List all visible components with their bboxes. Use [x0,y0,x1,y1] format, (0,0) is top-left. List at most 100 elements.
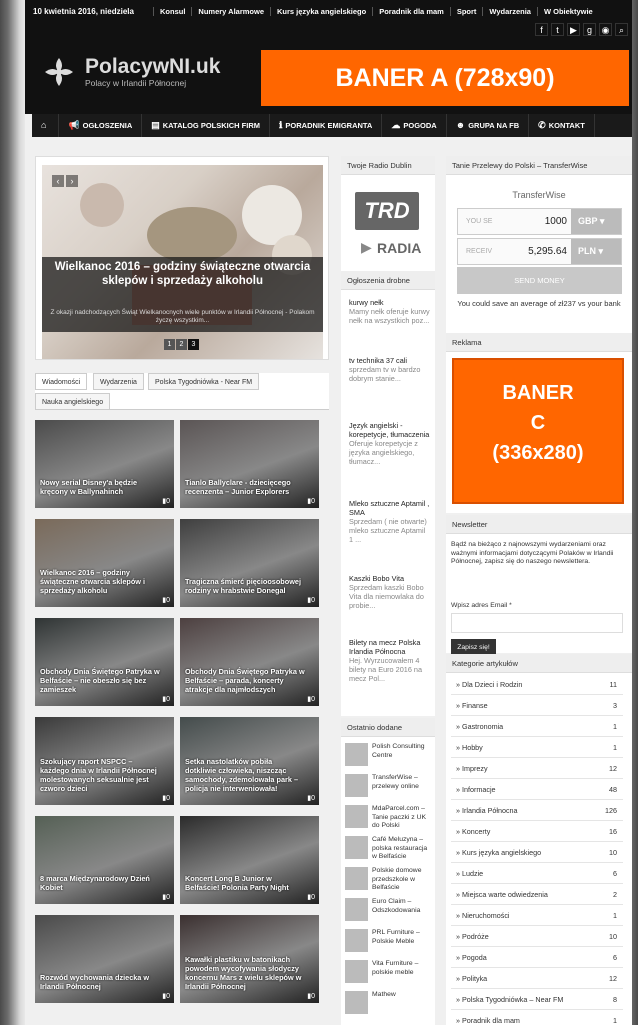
category-item[interactable]: » Finanse 3 [451,695,623,716]
banner-a[interactable]: BANER A (728x90) [261,50,629,106]
top-link-sport[interactable]: Sport [449,7,483,16]
latest-title[interactable]: Polskie domowe przedszkole w Belfaście [372,867,433,893]
article-card-title[interactable]: 8 marca Międzynarodowy Dzień Kobiet [40,874,160,892]
top-link-gallery[interactable]: W Obiektywie [536,7,599,16]
nav-ads[interactable]: 📢 OGŁOSZENIA [59,114,143,137]
category-item[interactable]: » Gastronomia 1 [451,716,623,737]
category-name[interactable]: » Nieruchomości [456,905,510,926]
category-name[interactable]: » Polska Tygodniówka – Near FM [456,989,563,1010]
category-name[interactable]: » Finanse [456,695,488,716]
category-name[interactable]: » Kurs języka angielskiego [456,842,541,863]
send-money-button[interactable]: SEND MONEY [457,267,622,294]
twitter-icon[interactable]: t [551,23,564,36]
google-plus-icon[interactable]: g [583,23,596,36]
latest-item[interactable]: Polish Consulting Centre [345,743,433,766]
article-card[interactable]: Nowy serial Disney'a będzie kręcony w Ba… [35,420,174,508]
category-name[interactable]: » Hobby [456,737,483,758]
you-send-value[interactable]: 1000 [545,216,567,227]
site-logo[interactable]: PolacywNI.uk Polacy w Irlandii Północnej [39,52,220,92]
latest-item[interactable]: Euro Claim – Odszkodowania [345,898,433,921]
category-item[interactable]: » Polityka 12 [451,968,623,989]
tab-english[interactable]: Nauka angielskiego [35,393,111,410]
classified-item[interactable]: kurwy nełk Mamy nełk oferuje kurwy nełk n… [349,298,431,325]
category-item[interactable]: » Ludzie 6 [451,863,623,884]
article-card-title[interactable]: Obchody Dnia Świętego Patryka w Belfaści… [185,667,305,694]
facebook-icon[interactable]: f [535,23,548,36]
latest-title[interactable]: Vita Furniture – polskie meble [372,960,433,983]
nav-catalog[interactable]: ▤ KATALOG POLSKICH FIRM [142,114,270,137]
classified-title[interactable]: tv technika 37 cali [349,356,431,365]
classified-item[interactable]: Kaszki Bobo Vita Sprzedam kaszki Bobo Vit… [349,574,431,610]
article-card-title[interactable]: Tianlo Ballyclare - dziecięcego recenzen… [185,478,305,496]
latest-title[interactable]: Euro Claim – Odszkodowania [372,898,433,921]
category-item[interactable]: » Dla Dzieci i Rodzin 11 [451,674,623,695]
article-card[interactable]: Szokujący raport NSPCC – każdego dnia w … [35,717,174,805]
category-item[interactable]: » Informacje 48 [451,779,623,800]
slider-page-3[interactable]: 3 [188,339,199,350]
slider-prev-icon[interactable]: ‹ [52,175,64,187]
top-link-english-course[interactable]: Kurs języka angielskiego [270,7,372,16]
latest-title[interactable]: Polish Consulting Centre [372,743,433,766]
nav-home[interactable]: ⌂ [32,114,60,137]
top-link-konsul[interactable]: Konsul [153,7,191,16]
latest-item[interactable]: MdaParcel.com – Tanie paczki z UK do Pol… [345,805,433,831]
you-send-currency[interactable]: GBP ▾ [571,209,621,234]
latest-item[interactable]: Café Meluzyna – polska restauracja w Bel… [345,836,433,862]
category-item[interactable]: » Poradnik dla mam 1 [451,1010,623,1025]
classified-title[interactable]: Mleko sztuczne Aptamil , SMA [349,499,431,517]
slide-title[interactable]: Wielkanoc 2016 – godziny świąteczne otwa… [48,260,317,288]
top-link-events[interactable]: Wydarzenia [482,7,537,16]
receive-row[interactable]: RECEIV 5,295.64 PLN ▾ [457,238,622,265]
article-card[interactable]: Tragiczna śmierć pięcioosobowej rodziny … [180,519,319,607]
tab-events[interactable]: Wydarzenia [93,373,144,390]
slider-next-icon[interactable]: › [66,175,78,187]
slider-page-2[interactable]: 2 [176,339,187,350]
category-name[interactable]: » Miejsca warte odwiedzenia [456,884,548,905]
article-card-title[interactable]: Tragiczna śmierć pięcioosobowej rodziny … [185,577,305,595]
latest-title[interactable]: TransferWise – przelewy online [372,774,433,797]
latest-item[interactable]: Polskie domowe przedszkole w Belfaście [345,867,433,893]
category-item[interactable]: » Hobby 1 [451,737,623,758]
category-item[interactable]: » Imprezy 12 [451,758,623,779]
article-card-title[interactable]: Obchody Dnia Świętego Patryka w Belfaści… [40,667,160,694]
category-name[interactable]: » Koncerty [456,821,490,842]
category-item[interactable]: » Koncerty 16 [451,821,623,842]
classified-item[interactable]: Mleko sztuczne Aptamil , SMA Sprzedam ( n… [349,499,431,544]
slider-page-1[interactable]: 1 [164,339,175,350]
latest-item[interactable]: TransferWise – przelewy online [345,774,433,797]
category-name[interactable]: » Dla Dzieci i Rodzin [456,674,522,695]
tab-near-fm[interactable]: Polska Tygodniówka - Near FM [148,373,260,390]
article-card[interactable]: 8 marca Międzynarodowy Dzień Kobiet ▮0 [35,816,174,904]
tab-news[interactable]: Wiadomości [35,373,88,390]
latest-title[interactable]: MdaParcel.com – Tanie paczki z UK do Pol… [372,805,433,831]
article-card[interactable]: Tianlo Ballyclare - dziecięcego recenzen… [180,420,319,508]
youtube-icon[interactable]: ▶ [567,23,580,36]
latest-item[interactable]: Mathew [345,991,433,1014]
article-card-title[interactable]: Kawałki plastiku w batonikach powodem wy… [185,955,305,991]
category-item[interactable]: » Podróże 10 [451,926,623,947]
category-name[interactable]: » Informacje [456,779,496,800]
category-name[interactable]: » Ludzie [456,863,483,884]
category-item[interactable]: » Nieruchomości 1 [451,905,623,926]
classified-title[interactable]: Kaszki Bobo Vita [349,574,431,583]
you-send-row[interactable]: YOU SE 1000 GBP ▾ [457,208,622,235]
top-link-alarm-numbers[interactable]: Numery Alarmowe [191,7,270,16]
classified-title[interactable]: kurwy nełk [349,298,431,307]
category-item[interactable]: » Irlandia Północna 126 [451,800,623,821]
article-card[interactable]: Obchody Dnia Świętego Patryka w Belfaści… [35,618,174,706]
search-icon[interactable]: ⌕ [615,23,628,36]
article-card-title[interactable]: Rozwód wychowania dziecka w Irlandii Pół… [40,973,160,991]
article-card-title[interactable]: Nowy serial Disney'a będzie kręcony w Ba… [40,478,160,496]
top-link-moms-guide[interactable]: Poradnik dla mam [372,7,450,16]
nav-weather[interactable]: ☁ POGODA [382,114,447,137]
article-card[interactable]: Obchody Dnia Świętego Patryka w Belfaści… [180,618,319,706]
classified-item[interactable]: Bilety na mecz Polska Irlandia Północna H… [349,638,431,683]
category-item[interactable]: » Pogoda 6 [451,947,623,968]
latest-title[interactable]: PRL Furniture – Polskie Meble [372,929,433,952]
category-name[interactable]: » Gastronomia [456,716,503,737]
receive-currency[interactable]: PLN ▾ [571,239,621,264]
nav-guide[interactable]: ℹ PORADNIK EMIGRANTA [270,114,383,137]
latest-title[interactable]: Café Meluzyna – polska restauracja w Bel… [372,836,433,862]
category-name[interactable]: » Irlandia Północna [456,800,518,821]
nav-fb-group[interactable]: ☻ GRUPA NA FB [447,114,530,137]
